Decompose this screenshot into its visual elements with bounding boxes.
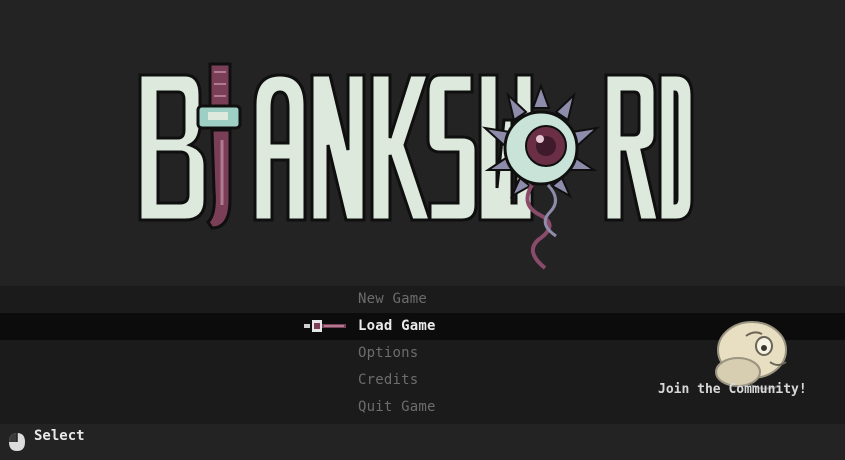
community-mascot-icon (715, 321, 787, 390)
blanksword-logo (138, 62, 694, 270)
join-community-label[interactable]: Join the Community! (658, 382, 807, 397)
menu-item-options[interactable]: Options (358, 340, 418, 366)
mouse-left-click-icon (9, 433, 25, 451)
menu-item-load-game[interactable]: Load Game (358, 313, 436, 339)
game-logo (0, 0, 845, 290)
menu-item-credits[interactable]: Credits (358, 367, 418, 393)
sword-cursor-icon (304, 320, 346, 332)
community-link[interactable] (650, 312, 840, 412)
control-hints-bar (0, 427, 845, 460)
menu-item-new-game[interactable]: New Game (358, 286, 427, 312)
select-control-label: Select (34, 428, 85, 444)
menu-item-quit-game[interactable]: Quit Game (358, 394, 436, 420)
